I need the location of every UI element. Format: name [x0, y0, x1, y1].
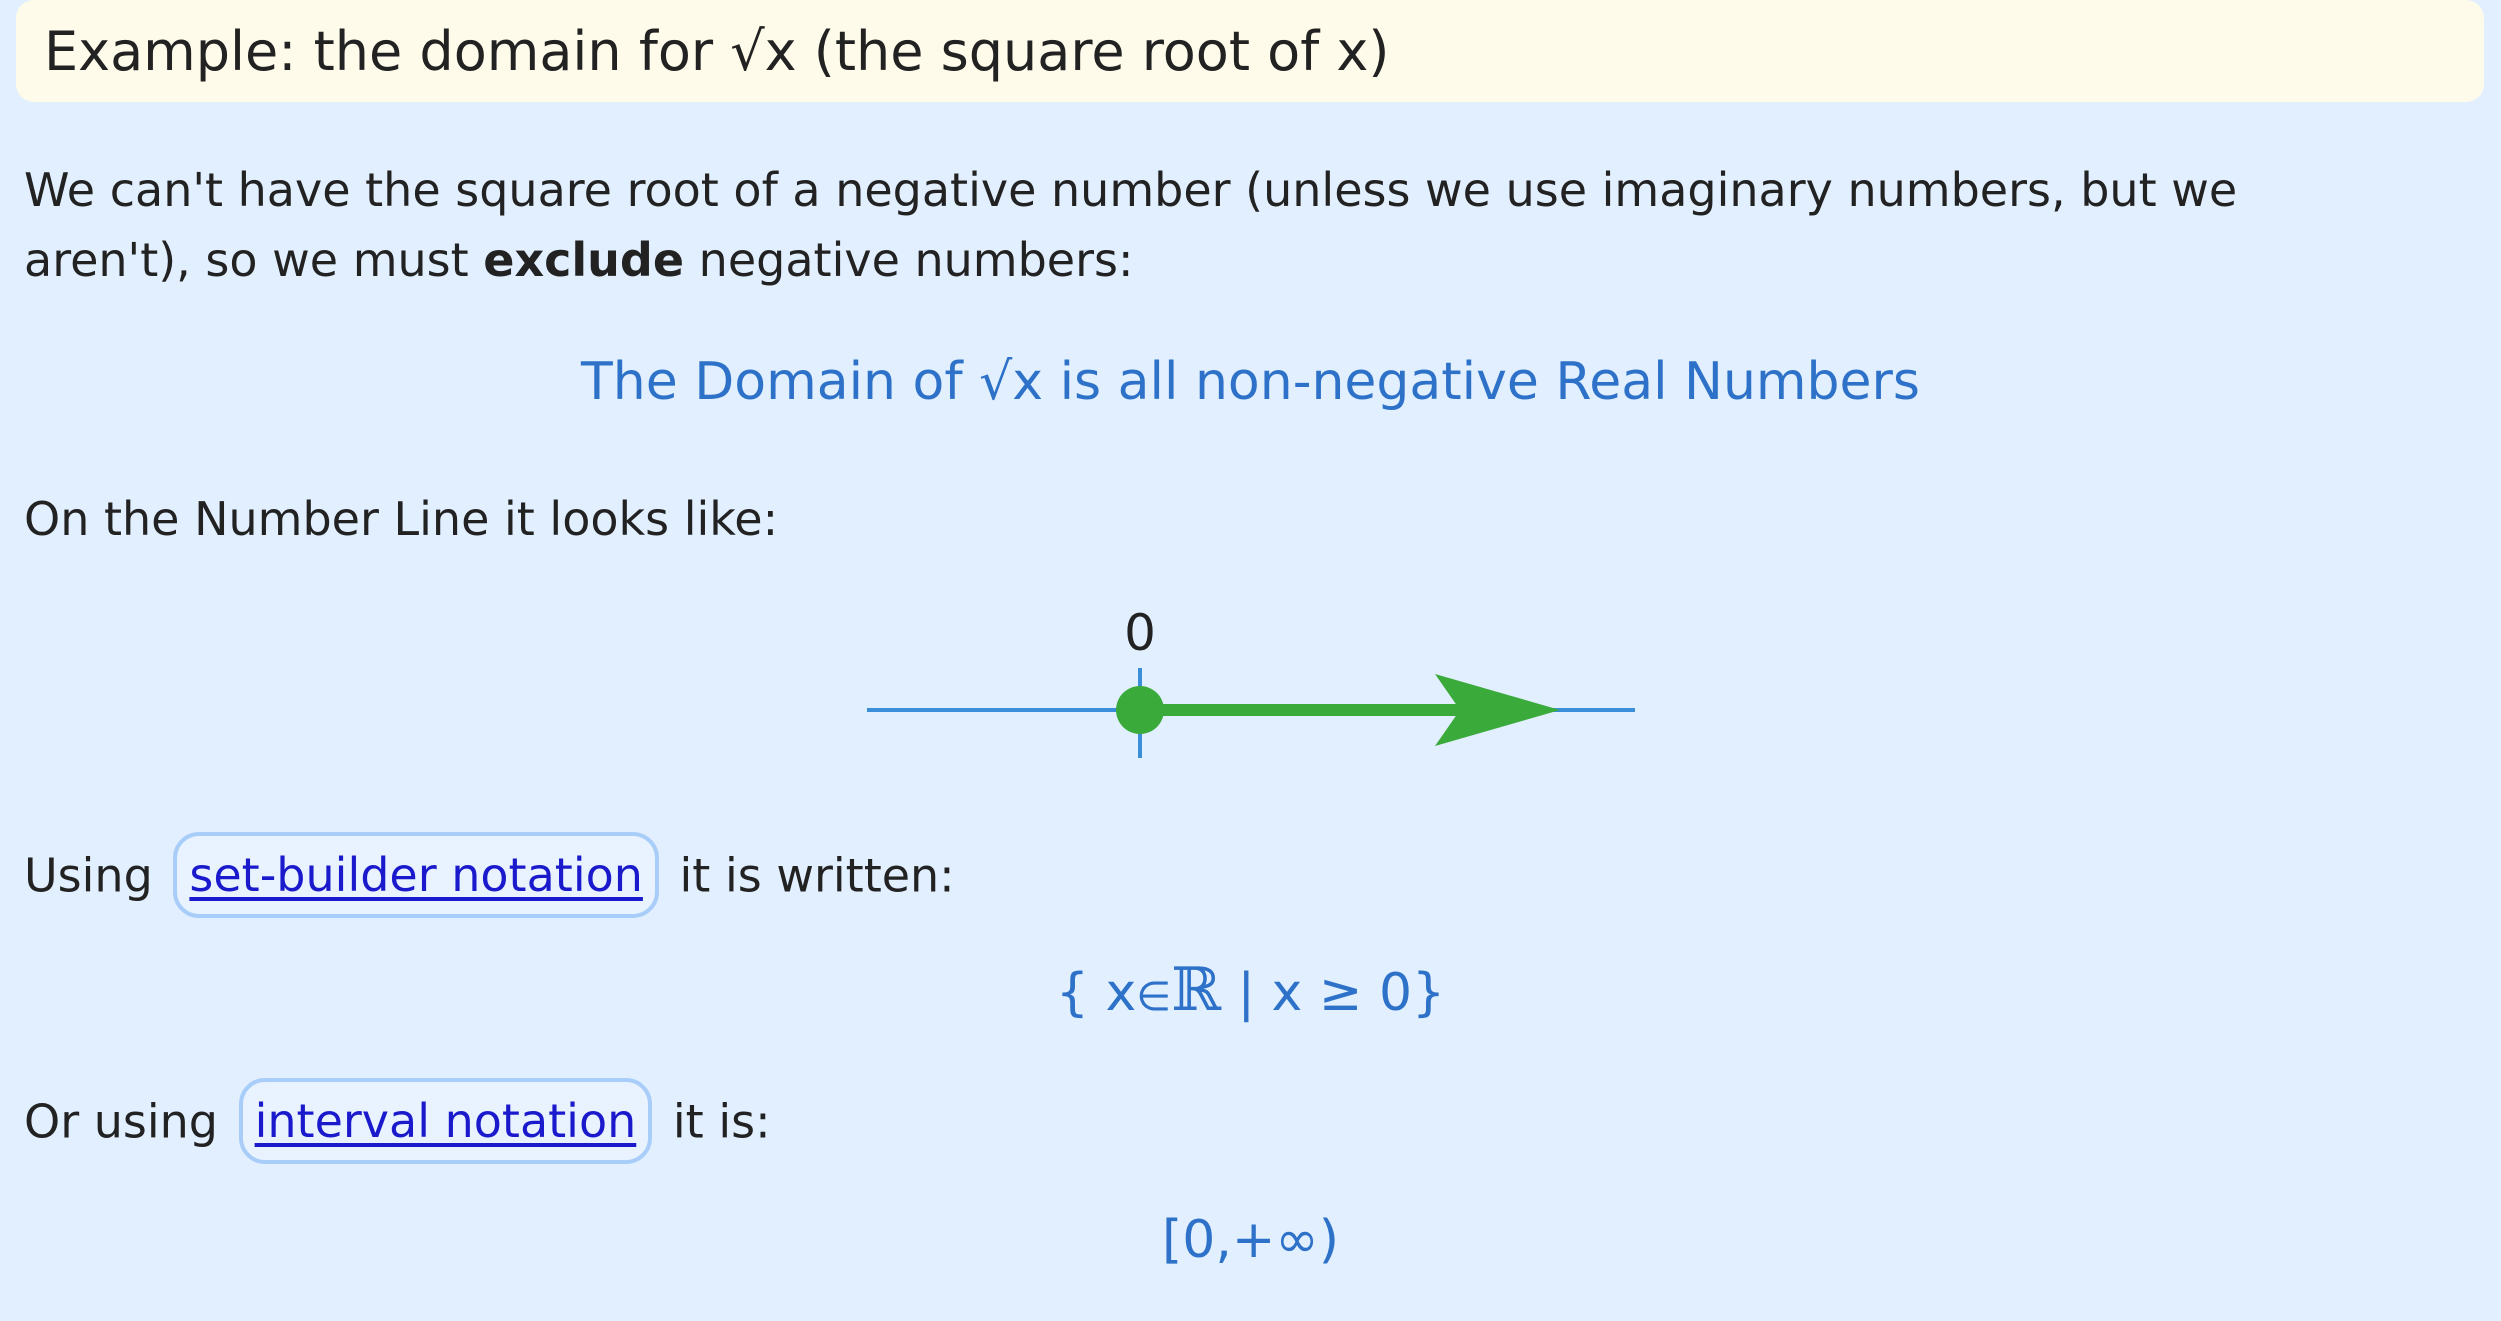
set-open: { x: [1055, 963, 1137, 1023]
set-builder-pre: Using: [24, 848, 153, 903]
interval-notation-link[interactable]: interval notation: [255, 1094, 637, 1148]
interval-line: Or using interval notation it is:: [24, 1078, 771, 1168]
intro-line-2-pre: aren't), so we must: [24, 233, 484, 287]
set-builder-notation-link[interactable]: set-builder notation: [189, 848, 643, 902]
interval-post: it is:: [672, 1094, 771, 1149]
interval-link-box[interactable]: interval notation: [238, 1078, 653, 1164]
set-condition: | x ≥ 0}: [1220, 963, 1446, 1023]
closed-endpoint-dot: [1116, 686, 1164, 734]
set-builder-expression: { x∈ℝ | x ≥ 0}: [0, 955, 2501, 1025]
set-builder-line: Using set-builder notation it is written…: [24, 832, 955, 922]
real-numbers-symbol: ℝ: [1171, 955, 1221, 1025]
set-builder-link-box[interactable]: set-builder notation: [173, 832, 659, 918]
domain-statement: The Domain of √x is all non-negative Rea…: [580, 352, 1921, 412]
interval-expression: [0,+∞): [1161, 1210, 1340, 1270]
exclude-emphasis: exclude: [483, 233, 685, 287]
intro-line-2: aren't), so we must exclude negative num…: [24, 225, 1133, 295]
intro-line-1: We can't have the square root of a negat…: [24, 163, 2238, 217]
set-builder-post: it is written:: [679, 848, 955, 903]
element-of-symbol: ∈: [1136, 974, 1172, 1020]
number-line-graphic: 0: [867, 604, 1635, 758]
intro-line-2-post: negative numbers:: [684, 233, 1134, 287]
example-title: Example: the domain for √x (the square r…: [44, 19, 1390, 83]
interval-pre: Or using: [24, 1094, 218, 1149]
example-panel: Example: the domain for √x (the square r…: [0, 0, 2501, 1321]
number-line: 0: [860, 590, 1660, 784]
number-line-intro: On the Number Line it looks like:: [24, 492, 779, 546]
zero-tick-label: 0: [1124, 604, 1156, 662]
example-header: Example: the domain for √x (the square r…: [16, 0, 2484, 102]
